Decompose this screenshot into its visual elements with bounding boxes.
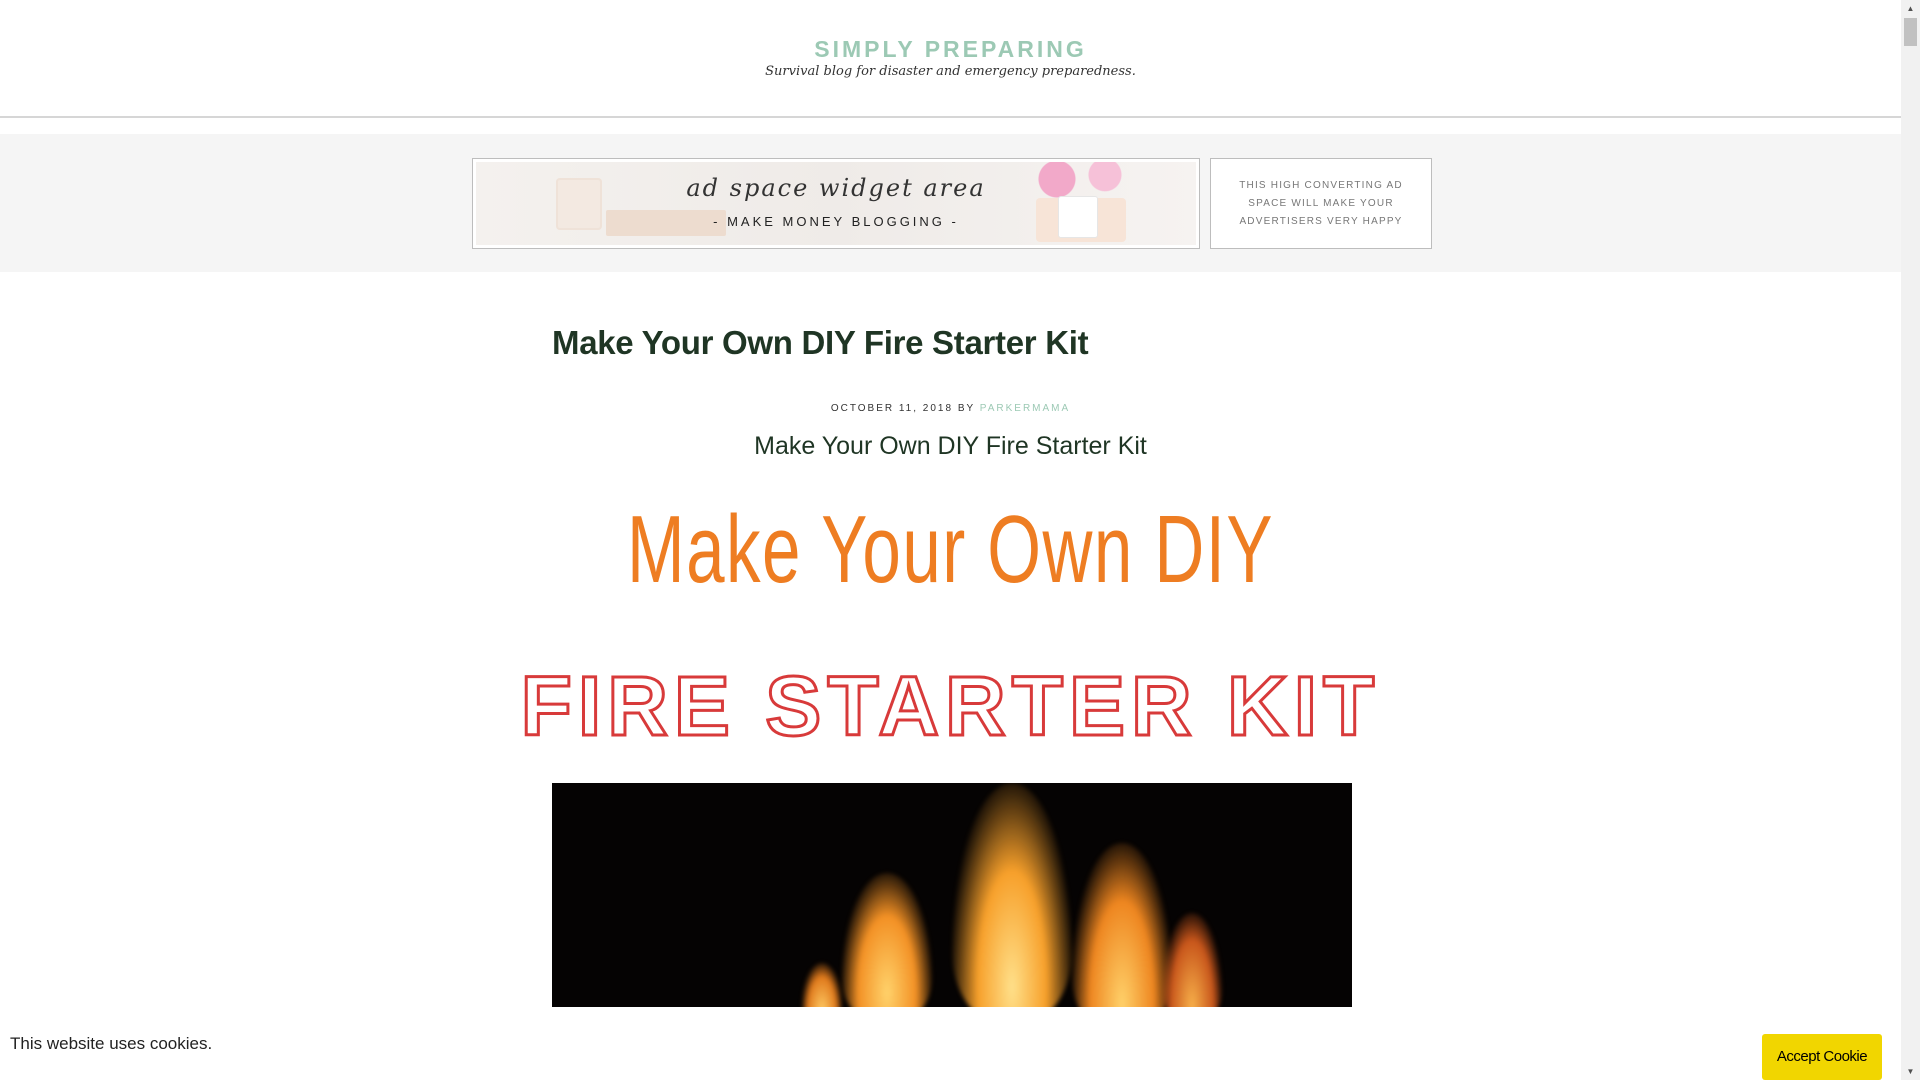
article-subtitle: Make Your Own DIY Fire Starter Kit [754,432,1147,460]
fire-image [552,783,1352,1007]
ad-banner-small[interactable]: THIS HIGH CONVERTING AD SPACE WILL MAKE … [1210,158,1432,249]
flame-shape [952,783,1072,1007]
cookie-message: This website uses cookies. [10,1034,213,1053]
accept-cookie-button[interactable]: Accept Cookie [1762,1034,1882,1080]
article-meta: OCTOBER 11, 2018 BY PARKERMAMA [0,403,1901,414]
ad-small-text: THIS HIGH CONVERTING AD SPACE WILL MAKE … [1239,179,1403,227]
article-date: OCTOBER 11, 2018 [830,403,954,414]
scrollbar-thumb[interactable] [1904,18,1917,46]
flame-shape [842,873,932,1007]
scroll-up-arrow-icon[interactable]: ▲ [1901,0,1920,17]
flame-shape [1072,843,1172,1007]
ad-script-text: ad space widget area [686,174,986,202]
ad-banner-wide[interactable]: ad space widget area - MAKE MONEY BLOGGI… [472,158,1200,249]
article-title[interactable]: Make Your Own DIY Fire Starter Kit [552,324,1089,362]
ad-banner-image: ad space widget area - MAKE MONEY BLOGGI… [476,162,1196,245]
ad-sub-text: - MAKE MONEY BLOGGING - [713,214,959,229]
flame-shape [802,963,842,1007]
site-header: SIMPLY PREPARING Survival blog for disas… [0,0,1901,118]
ad-band: ad space widget area - MAKE MONEY BLOGGI… [0,134,1901,272]
cookie-bar: This website uses cookies. Accept Cookie [0,1022,1901,1080]
page: SIMPLY PREPARING Survival blog for disas… [0,0,1901,1080]
scroll-down-arrow-icon[interactable]: ▼ [1901,1063,1920,1080]
site-description: Survival blog for disaster and emergency… [765,64,1136,79]
article-author-link[interactable]: PARKERMAMA [980,403,1070,414]
hero-heading-line-1: Make Your Own DIY [627,496,1274,603]
vertical-scrollbar[interactable]: ▲ ▼ [1901,0,1920,1080]
article-by: BY [957,403,975,414]
site-title[interactable]: SIMPLY PREPARING [0,36,1901,63]
hero-heading-line-2: FIRE STARTER KIT [519,658,1381,755]
flame-shape [1162,913,1222,1007]
